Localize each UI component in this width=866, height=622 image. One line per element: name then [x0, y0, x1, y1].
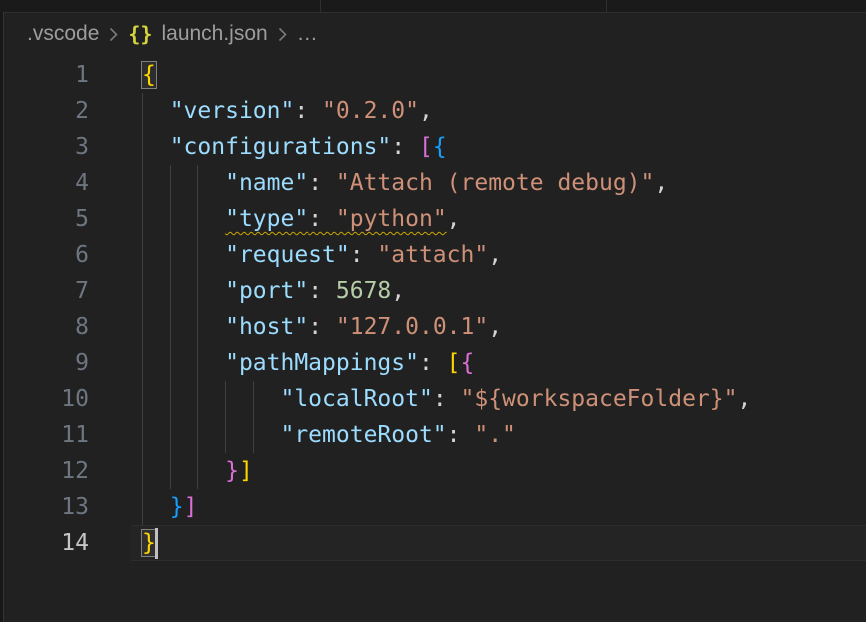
code-line-13[interactable]: }]	[142, 489, 866, 525]
text-cursor	[155, 528, 158, 559]
code-token: "."	[474, 422, 516, 448]
line-number-14[interactable]: 14	[4, 525, 89, 561]
code-token: }	[170, 494, 184, 520]
line-number-11[interactable]: 11	[4, 417, 89, 453]
json-braces-icon: {}	[128, 22, 152, 46]
code-line-4[interactable]: "name": "Attach (remote debug)",	[142, 165, 866, 201]
code-token: "host"	[225, 314, 308, 340]
code-token: "configurations"	[170, 134, 392, 160]
code-token: ,	[488, 242, 502, 268]
code-line-9[interactable]: "pathMappings": [{	[142, 345, 866, 381]
code-token: :	[308, 170, 336, 196]
code-token: :	[308, 314, 336, 340]
line-number-5[interactable]: 5	[4, 201, 89, 237]
line-number-6[interactable]: 6	[4, 237, 89, 273]
code-token: "Attach (remote debug)"	[336, 170, 655, 196]
line-number-12[interactable]: 12	[4, 453, 89, 489]
code-token: [	[419, 134, 433, 160]
line-number-7[interactable]: 7	[4, 273, 89, 309]
code-token: "localRoot"	[280, 386, 432, 412]
code-token: }	[225, 458, 239, 484]
line-number-10[interactable]: 10	[4, 381, 89, 417]
code-line-3[interactable]: "configurations": [{	[142, 129, 866, 165]
code-token: ,	[391, 278, 405, 304]
code-token: ,	[488, 314, 502, 340]
code-token: "port"	[225, 278, 308, 304]
code-token: "0.2.0"	[322, 98, 419, 124]
code-token: {	[433, 134, 447, 160]
line-number-8[interactable]: 8	[4, 309, 89, 345]
breadcrumb-file[interactable]: launch.json	[161, 22, 267, 46]
code-line-11[interactable]: "remoteRoot": "."	[142, 417, 866, 453]
line-number-3[interactable]: 3	[4, 129, 89, 165]
code-token: :	[308, 206, 336, 232]
code-token: ,	[419, 98, 433, 124]
code-line-5[interactable]: "type": "python",	[142, 201, 866, 237]
breadcrumb-symbol-ellipsis[interactable]: …	[297, 22, 318, 46]
code-line-2[interactable]: "version": "0.2.0",	[142, 93, 866, 129]
chevron-right-icon	[108, 26, 119, 43]
tab-bar[interactable]	[0, 0, 866, 13]
chevron-right-icon	[277, 26, 288, 43]
code-token: :	[433, 386, 461, 412]
code-token: :	[294, 98, 322, 124]
code-token: "127.0.0.1"	[336, 314, 488, 340]
code-token: "name"	[225, 170, 308, 196]
bracket-match: {	[142, 62, 156, 88]
code-line-12[interactable]: }]	[142, 453, 866, 489]
line-number-13[interactable]: 13	[4, 489, 89, 525]
code-line-7[interactable]: "port": 5678,	[142, 273, 866, 309]
code-token: "${workspaceFolder}"	[461, 386, 738, 412]
tab-divider	[606, 0, 607, 12]
code-token: :	[308, 278, 336, 304]
breadcrumb: .vscode {} launch.json …	[27, 14, 318, 54]
code-token: :	[419, 350, 447, 376]
line-number-1[interactable]: 1	[4, 57, 89, 93]
code-token: ,	[654, 170, 668, 196]
code-token: :	[447, 422, 475, 448]
code-token: :	[350, 242, 378, 268]
code-token: "request"	[225, 242, 350, 268]
code-token: "python"	[336, 206, 447, 232]
code-token: ]	[184, 494, 198, 520]
line-number-2[interactable]: 2	[4, 93, 89, 129]
tab-divider	[320, 0, 321, 12]
code-line-1[interactable]: {	[142, 57, 866, 93]
code-token: [	[447, 350, 461, 376]
breadcrumb-folder[interactable]: .vscode	[27, 22, 99, 46]
code-token: "attach"	[377, 242, 488, 268]
code-area[interactable]: { "version": "0.2.0", "configurations": …	[142, 57, 866, 561]
line-number-9[interactable]: 9	[4, 345, 89, 381]
gutter: 1234567891011121314	[4, 57, 89, 561]
code-token: "type"	[225, 206, 308, 232]
code-token: ,	[737, 386, 751, 412]
code-token: :	[391, 134, 419, 160]
bracket-match: }	[142, 530, 156, 556]
code-line-6[interactable]: "request": "attach",	[142, 237, 866, 273]
code-line-14[interactable]: }	[142, 525, 866, 561]
code-token: {	[461, 350, 475, 376]
code-token: "version"	[170, 98, 295, 124]
code-token: "remoteRoot"	[280, 422, 446, 448]
line-number-4[interactable]: 4	[4, 165, 89, 201]
code-token: 5678	[336, 278, 391, 304]
code-token: ]	[239, 458, 253, 484]
code-token: "pathMappings"	[225, 350, 419, 376]
code-line-8[interactable]: "host": "127.0.0.1",	[142, 309, 866, 345]
code-token: ,	[447, 206, 461, 232]
code-line-10[interactable]: "localRoot": "${workspaceFolder}",	[142, 381, 866, 417]
